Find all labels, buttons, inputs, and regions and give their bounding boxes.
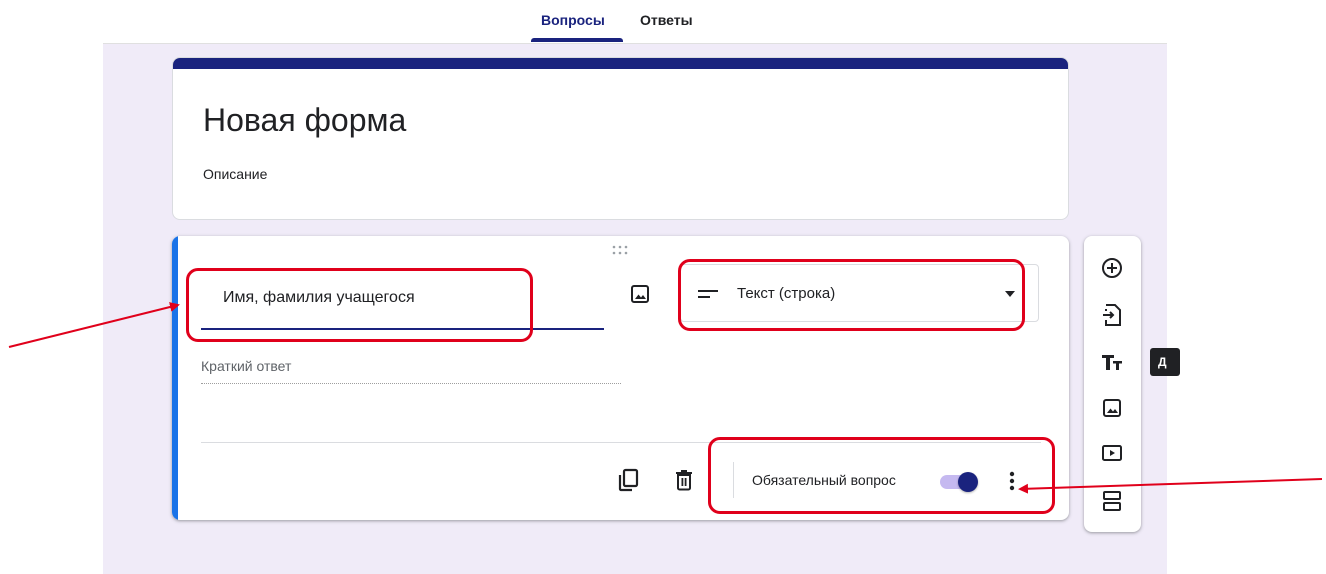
- header-accent-bar: [173, 58, 1068, 69]
- add-image-icon[interactable]: [1100, 396, 1124, 420]
- question-title-underline: [201, 328, 604, 330]
- side-toolbar: [1084, 236, 1141, 532]
- question-type-dropdown[interactable]: Текст (строка): [680, 264, 1039, 322]
- google-forms-editor: Вопросы Ответы Новая форма Описание Имя,…: [0, 0, 1326, 574]
- form-header-card: Новая форма Описание: [172, 57, 1069, 220]
- tab-questions[interactable]: Вопросы: [541, 12, 605, 28]
- add-title-icon[interactable]: [1100, 350, 1124, 374]
- short-answer-underline: [201, 383, 621, 384]
- question-title-field[interactable]: Имя, фамилия учащегося: [201, 276, 604, 330]
- more-options-icon[interactable]: [1002, 469, 1022, 493]
- tab-responses[interactable]: Ответы: [640, 12, 693, 28]
- add-video-icon[interactable]: [1100, 441, 1124, 465]
- form-description[interactable]: Описание: [203, 166, 267, 182]
- form-title[interactable]: Новая форма: [203, 102, 406, 139]
- add-image-icon[interactable]: [628, 282, 652, 306]
- required-label: Обязательный вопрос: [752, 472, 896, 488]
- footer-separator: [733, 462, 734, 498]
- question-footer-divider: [201, 442, 1041, 443]
- short-answer-placeholder: Краткий ответ: [201, 358, 292, 374]
- active-tab-indicator: [531, 38, 623, 42]
- add-question-icon[interactable]: [1100, 256, 1124, 280]
- toggle-knob: [958, 472, 978, 492]
- toolbar-tooltip: Д: [1150, 348, 1180, 376]
- short-answer-preview: Краткий ответ: [201, 358, 621, 386]
- question-title-text[interactable]: Имя, фамилия учащегося: [223, 289, 415, 307]
- short-answer-icon: [698, 290, 718, 298]
- question-card[interactable]: Имя, фамилия учащегося Текст (строка) Кр…: [172, 236, 1069, 520]
- duplicate-icon[interactable]: [616, 468, 640, 492]
- question-type-label: Текст (строка): [737, 285, 836, 302]
- drag-handle-icon[interactable]: [610, 244, 630, 256]
- form-tabs: Вопросы Ответы: [0, 0, 1326, 44]
- required-toggle[interactable]: [938, 472, 982, 492]
- delete-icon[interactable]: [672, 468, 696, 492]
- chevron-down-icon: [1005, 291, 1015, 297]
- add-section-icon[interactable]: [1100, 489, 1124, 513]
- active-question-indicator: [172, 236, 178, 520]
- import-questions-icon[interactable]: [1100, 303, 1124, 327]
